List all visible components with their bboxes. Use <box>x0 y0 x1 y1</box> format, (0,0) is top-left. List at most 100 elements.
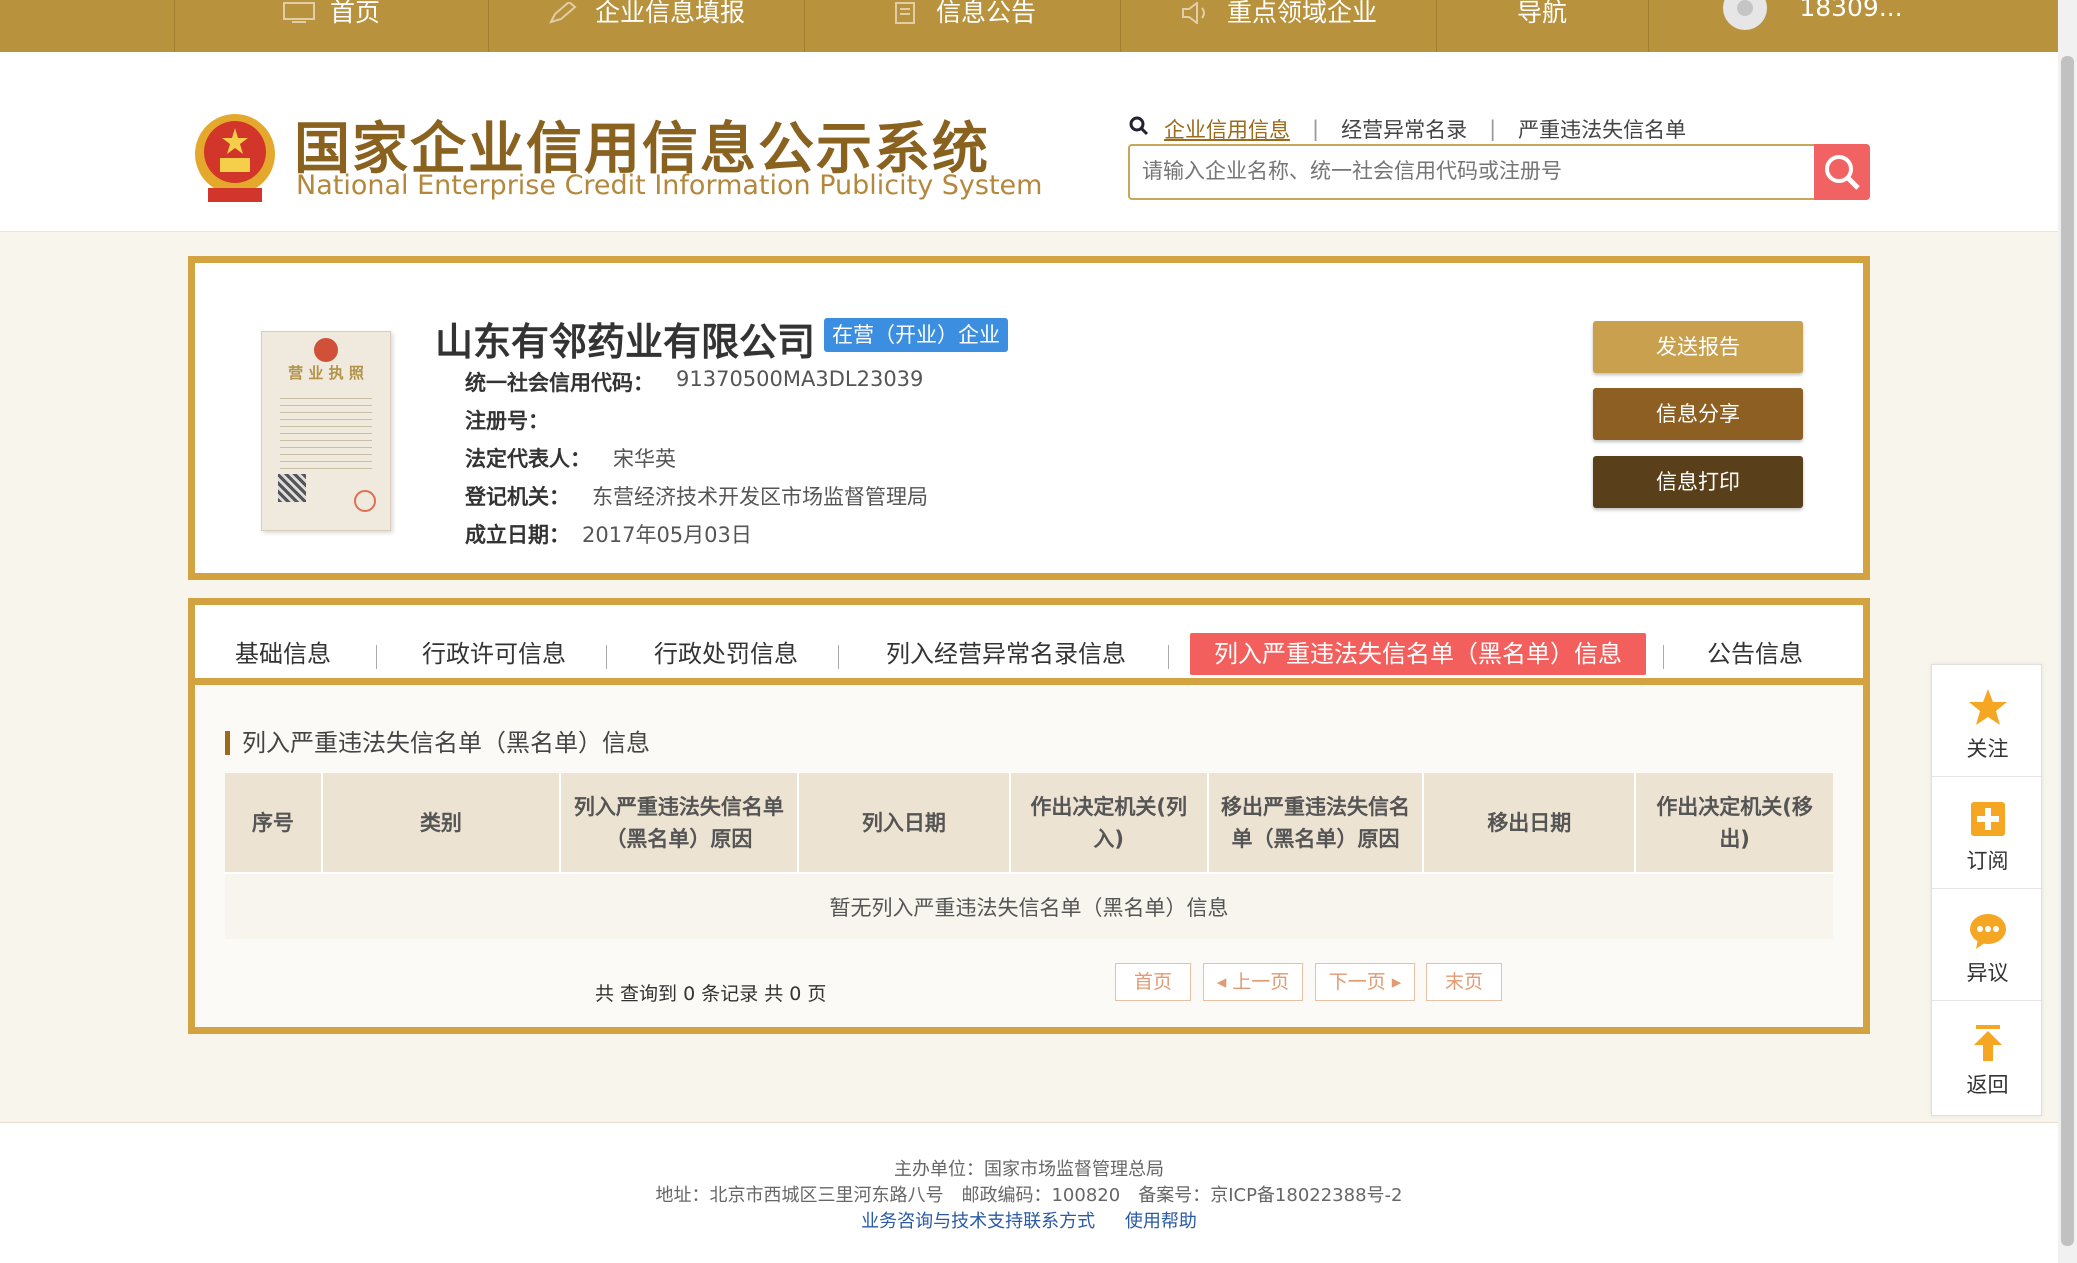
nav-item-label: 导航 <box>1516 0 1567 27</box>
search-icon <box>1129 116 1149 136</box>
speaker-icon <box>1181 2 1205 24</box>
nav-item-label: 企业信息填报 <box>594 0 745 27</box>
company-name: 山东有邻药业有限公司 <box>435 320 816 364</box>
nav-item-label: 首页 <box>329 0 380 27</box>
tab-divider <box>1168 645 1169 669</box>
subscribe-button[interactable]: 订阅 <box>1932 777 2043 889</box>
business-license-image[interactable]: 营 业 执 照 <box>261 331 391 531</box>
next-page-button[interactable]: 下一页 ▸ <box>1315 963 1415 1001</box>
field-value: 宋华英 <box>613 447 676 471</box>
column-header: 列入严重违法失信名单（黑名单）原因 <box>559 773 799 873</box>
star-icon <box>1969 689 2007 725</box>
side-toolbar: 关注 订阅 异议 返回 <box>1931 664 2043 1116</box>
stamp-icon <box>354 490 376 512</box>
search-tab-blacklist[interactable]: 严重违法失信名单 <box>1518 114 1686 144</box>
table-row: 暂无列入严重违法失信名单（黑名单）信息 <box>225 872 1833 939</box>
field-credit-code: 统一社会信用代码： 91370500MA3DL23039 <box>465 367 923 397</box>
column-header: 列入日期 <box>797 773 1011 873</box>
prev-page-label: 上一页 <box>1232 971 1290 993</box>
nav-item-home[interactable]: 首页 <box>174 0 488 52</box>
side-label: 关注 <box>1966 737 2009 761</box>
search-box <box>1128 144 1870 200</box>
follow-button[interactable]: 关注 <box>1932 665 2043 777</box>
document-icon <box>894 2 915 24</box>
site-header: 国家企业信用信息公示系统 National Enterprise Credit … <box>0 52 2058 232</box>
share-info-button[interactable]: 信息分享 <box>1593 388 1803 440</box>
search-input[interactable] <box>1130 146 1818 196</box>
prev-page-button[interactable]: ◂ 上一页 <box>1203 963 1303 1001</box>
column-header: 移出严重违法失信名单（黑名单）原因 <box>1207 773 1425 873</box>
license-title: 营 业 执 照 <box>288 364 364 382</box>
field-label: 统一社会信用代码： <box>465 371 654 395</box>
nav-item-label: 信息公告 <box>935 0 1036 27</box>
site-title-english: National Enterprise Credit Information P… <box>296 170 1043 201</box>
divider: | <box>1312 117 1320 141</box>
print-info-button[interactable]: 信息打印 <box>1593 456 1803 508</box>
side-label: 订阅 <box>1966 849 2009 873</box>
field-value: 东营经济技术开发区市场监督管理局 <box>592 485 928 509</box>
send-report-button[interactable]: 发送报告 <box>1593 321 1803 373</box>
search-tab-abnormal[interactable]: 经营异常名录 <box>1341 114 1467 144</box>
info-panel: 基础信息 行政许可信息 行政处罚信息 列入经营异常名录信息 列入严重违法失信名单… <box>188 598 1870 1034</box>
tab-basic-info[interactable]: 基础信息 <box>233 633 333 675</box>
column-header: 序号 <box>225 773 323 873</box>
tab-announcement[interactable]: 公告信息 <box>1705 633 1805 675</box>
tab-admin-penalty[interactable]: 行政处罚信息 <box>651 633 801 675</box>
info-tabs: 基础信息 行政许可信息 行政处罚信息 列入经营异常名录信息 列入严重违法失信名单… <box>195 605 1863 685</box>
page-scrollbar[interactable] <box>2058 0 2077 1263</box>
chat-icon <box>1970 914 2006 949</box>
field-registration-authority: 登记机关： 东营经济技术开发区市场监督管理局 <box>465 481 928 511</box>
search-type-tabs: 企业信用信息 | 经营异常名录 | 严重违法失信名单 <box>1128 114 1686 144</box>
back-to-top-button[interactable]: 返回 <box>1932 1001 2043 1113</box>
user-menu[interactable]: 18309... <box>1648 0 1978 30</box>
field-establishment-date: 成立日期： 2017年05月03日 <box>465 519 752 549</box>
field-label: 注册号： <box>465 409 549 433</box>
arrow-up-icon <box>1974 1025 2002 1061</box>
edit-icon <box>549 2 577 24</box>
nav-item-navigation[interactable]: 导航 <box>1436 0 1648 52</box>
tab-divider <box>606 645 607 669</box>
tab-blacklist[interactable]: 列入严重违法失信名单（黑名单）信息 <box>1190 633 1646 675</box>
chevron-left-icon: ◂ <box>1216 971 1233 993</box>
scrollbar-thumb[interactable] <box>2061 56 2074 1246</box>
field-legal-representative: 法定代表人： 宋华英 <box>465 443 676 473</box>
column-header: 作出决定机关(列入) <box>1009 773 1209 873</box>
support-contact-link[interactable]: 业务咨询与技术支持联系方式 <box>861 1211 1095 1232</box>
first-page-button[interactable]: 首页 <box>1115 963 1191 1001</box>
license-emblem <box>314 338 338 362</box>
column-header: 类别 <box>321 773 561 873</box>
footer-sponsor: 主办单位：国家市场监督管理总局 <box>894 1159 1164 1180</box>
search-tab-credit[interactable]: 企业信用信息 <box>1164 114 1290 144</box>
objection-button[interactable]: 异议 <box>1932 889 2043 1001</box>
nav-item-key-enterprises[interactable]: 重点领域企业 <box>1120 0 1436 52</box>
field-label: 成立日期： <box>465 523 570 547</box>
site-footer: 主办单位：国家市场监督管理总局 地址：北京市西城区三里河东路八号 邮政编码：10… <box>0 1122 2058 1263</box>
avatar <box>1723 0 1768 30</box>
side-label: 异议 <box>1966 961 2009 985</box>
nav-item-report[interactable]: 企业信息填报 <box>488 0 804 52</box>
divider: | <box>1489 117 1497 141</box>
chevron-right-icon: ▸ <box>1385 971 1402 993</box>
nav-item-announcement[interactable]: 信息公告 <box>804 0 1120 52</box>
field-label: 法定代表人： <box>465 447 591 471</box>
qr-code-icon <box>278 474 306 502</box>
field-registration-number: 注册号： <box>465 405 571 435</box>
user-name: 18309... <box>1799 0 1903 22</box>
top-navigation: 首页 企业信息填报 信息公告 重点领域企业 导航 18309... <box>0 0 2058 52</box>
next-page-label: 下一页 <box>1328 971 1386 993</box>
search-button[interactable] <box>1814 144 1870 200</box>
field-value: 2017年05月03日 <box>582 523 752 547</box>
side-label: 返回 <box>1966 1073 2009 1097</box>
footer-address: 地址：北京市西城区三里河东路八号 邮政编码：100820 备案号：京ICP备18… <box>655 1185 1403 1206</box>
pagination-info: 共 查询到 0 条记录 共 0 页 <box>595 983 827 1005</box>
tab-abnormal-list[interactable]: 列入经营异常名录信息 <box>881 633 1131 675</box>
column-header: 移出日期 <box>1423 773 1637 873</box>
plus-icon <box>1971 802 2005 836</box>
field-label: 登记机关： <box>465 485 570 509</box>
help-link[interactable]: 使用帮助 <box>1125 1211 1197 1232</box>
section-title: 列入严重违法失信名单（黑名单）信息 <box>225 731 650 755</box>
tab-admin-license[interactable]: 行政许可信息 <box>419 633 569 675</box>
last-page-button[interactable]: 末页 <box>1426 963 1502 1001</box>
table-header-row: 序号 类别 列入严重违法失信名单（黑名单）原因 列入日期 作出决定机关(列入) … <box>225 773 1833 873</box>
company-card: 营 业 执 照 山东有邻药业有限公司 在营（开业）企业 统一社会信用代码： 91… <box>188 256 1870 580</box>
